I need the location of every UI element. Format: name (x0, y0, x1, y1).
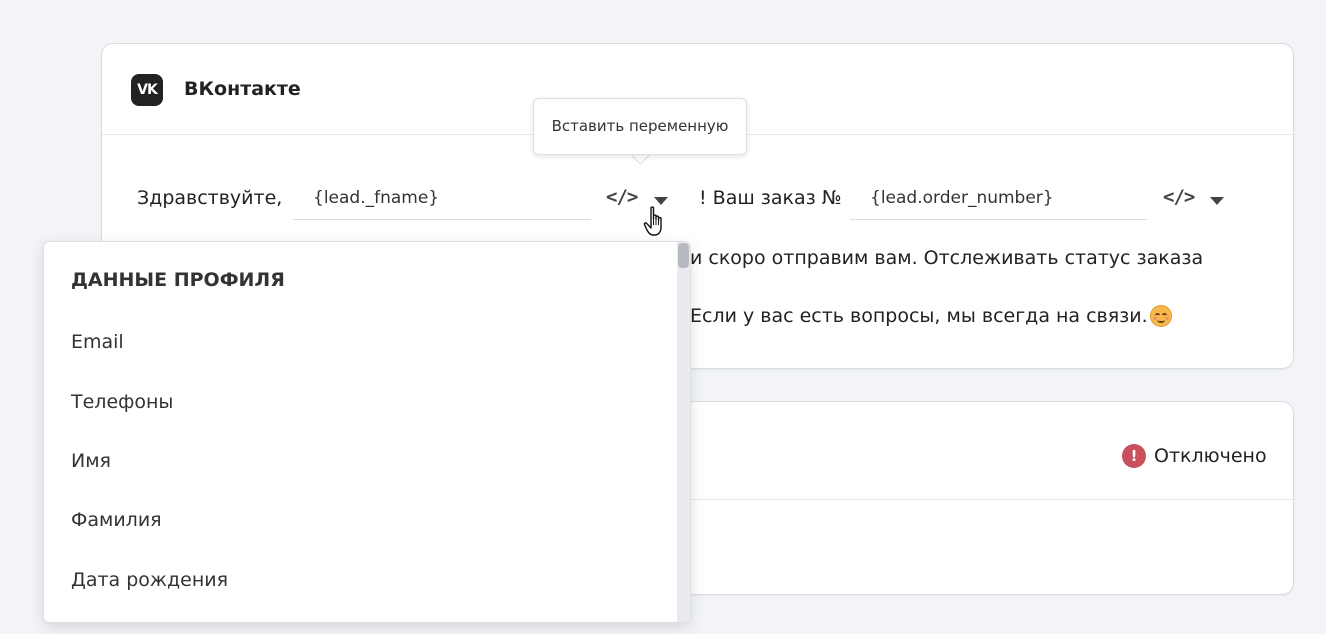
dropdown-item-email[interactable]: Email (71, 331, 124, 353)
dropdown-item-phones[interactable]: Телефоны (71, 391, 173, 413)
alert-icon: ! (1122, 444, 1146, 468)
variable-dropdown-menu: ДАННЫЕ ПРОФИЛЯ Email Телефоны Имя Фамили… (43, 241, 691, 623)
insert-variable-code-icon-2[interactable]: </> (1163, 186, 1195, 208)
hand-pointer-cursor-icon (643, 206, 662, 236)
variable-field-fname[interactable]: {lead._fname} (293, 178, 591, 220)
variable-field-order-number[interactable]: {lead.order_number} (850, 178, 1147, 220)
vk-logo-icon: VK (131, 74, 163, 106)
message-greeting: Здравствуйте, (137, 187, 283, 209)
status-text: Отключено (1154, 445, 1267, 467)
message-line-3: Если у вас есть вопросы, мы всегда на св… (690, 305, 1148, 327)
dropdown-item-first-name[interactable]: Имя (71, 450, 111, 472)
insert-variable-dropdown-caret-icon-2[interactable] (1210, 197, 1224, 205)
dropdown-scrollbar-thumb[interactable] (678, 243, 689, 268)
smiling-emoji-icon (1150, 305, 1172, 327)
dropdown-heading-profile-data: ДАННЫЕ ПРОФИЛЯ (71, 269, 285, 291)
card-title: ВКонтакте (184, 78, 301, 100)
insert-variable-tooltip: Вставить переменную (533, 98, 747, 155)
insert-variable-dropdown-caret-icon[interactable] (654, 197, 668, 205)
dropdown-scrollbar[interactable] (677, 242, 690, 622)
message-text-order: ! Ваш заказ № (699, 187, 842, 209)
insert-variable-code-icon[interactable]: </> (606, 186, 638, 208)
dropdown-item-birth-date[interactable]: Дата рождения (71, 569, 228, 591)
message-line-2: и скоро отправим вам. Отслеживать статус… (690, 247, 1204, 269)
dropdown-item-last-name[interactable]: Фамилия (71, 509, 162, 531)
